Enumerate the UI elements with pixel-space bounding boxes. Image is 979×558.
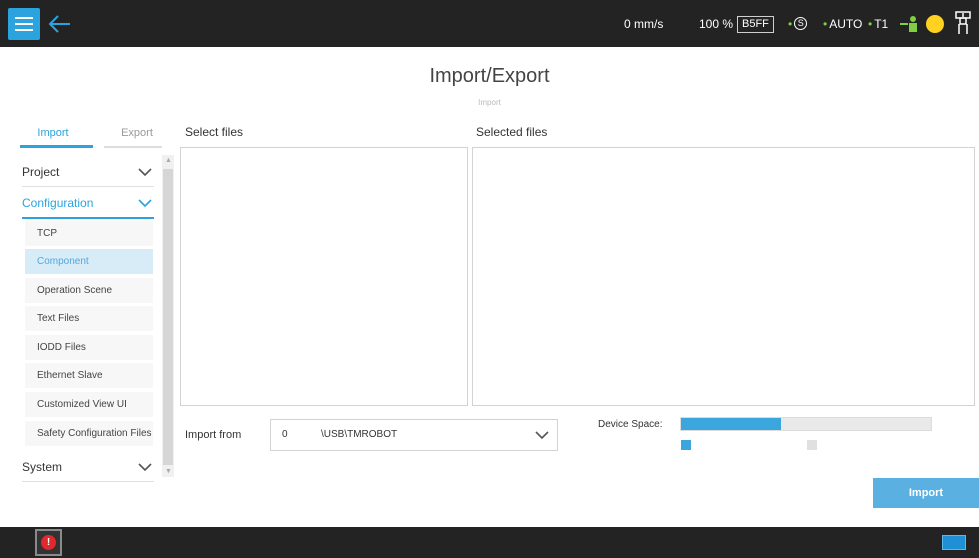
menu-icon[interactable]: [8, 8, 40, 40]
scroll-up-icon[interactable]: ▲: [165, 157, 172, 164]
top-bar: 0 mm/s 100 % B5FF • S • AUTO • T1: [0, 0, 979, 47]
nav-item-tcp[interactable]: TCP: [25, 221, 153, 246]
nav-section-label: Configuration: [22, 196, 94, 210]
back-arrow-icon[interactable]: [46, 10, 74, 38]
device-space-used-fill: [681, 418, 781, 430]
status-dot-auto: •: [823, 16, 828, 31]
selected-files-panel[interactable]: [472, 147, 975, 406]
page-subtitle: Import: [478, 98, 501, 107]
alert-icon: !: [41, 535, 56, 550]
speed-percent: 100 %: [699, 16, 734, 31]
alert-button[interactable]: !: [35, 529, 62, 556]
robot-status-icon[interactable]: [900, 14, 920, 34]
nav-item-ethernet-slave[interactable]: Ethernet Slave: [25, 363, 153, 388]
tab-export-indicator: [104, 146, 162, 148]
bottom-bar: !: [0, 527, 979, 558]
mode-s-label: S: [797, 18, 804, 28]
nav-section-label: System: [22, 459, 63, 474]
chevron-down-icon: [535, 431, 549, 440]
chevron-down-icon: [138, 199, 152, 208]
scrollbar-thumb[interactable]: [163, 169, 173, 465]
nav-section-project[interactable]: Project: [22, 157, 154, 187]
status-dot-s: •: [788, 16, 793, 31]
mode-t1-label: T1: [874, 16, 889, 31]
nav-item-customized-view-ui[interactable]: Customized View UI: [25, 392, 153, 417]
select-files-label: Select files: [185, 125, 244, 139]
tab-import-indicator: [20, 145, 93, 148]
tool-icon[interactable]: [952, 10, 974, 36]
mode-s-indicator: • S: [788, 0, 808, 47]
device-space-bar: [680, 417, 932, 431]
tab-export[interactable]: Export: [104, 127, 170, 139]
mode-s-circle: S: [794, 17, 808, 30]
nav-section-configuration[interactable]: Configuration: [22, 189, 154, 219]
nav-item-operation-scene[interactable]: Operation Scene: [25, 278, 153, 303]
status-dot-t1: •: [868, 16, 873, 31]
nav-section-system[interactable]: System: [22, 452, 154, 482]
scroll-down-icon[interactable]: ▼: [165, 468, 172, 475]
import-from-index: 0: [282, 429, 288, 440]
mode-t1-indicator: • T1: [868, 0, 888, 47]
sidebar-scrollbar[interactable]: ▲ ▼: [162, 155, 174, 477]
nav-item-text-files[interactable]: Text Files: [25, 306, 153, 331]
import-button[interactable]: Import: [873, 478, 979, 508]
nav-item-safety-configuration-files[interactable]: Safety Configuration Files: [25, 421, 153, 446]
select-files-panel[interactable]: [180, 147, 468, 406]
nav-item-component[interactable]: Component: [25, 249, 153, 274]
device-space-used-legend: [681, 440, 691, 450]
import-from-label: Import from: [185, 429, 242, 441]
keyboard-icon[interactable]: [942, 535, 966, 550]
status-light-icon[interactable]: [926, 15, 944, 33]
mode-auto-label: AUTO: [829, 16, 863, 31]
import-from-dropdown[interactable]: 0 \USB\TMROBOT: [270, 419, 558, 451]
status-code[interactable]: B5FF: [737, 16, 774, 33]
chevron-down-icon: [138, 167, 152, 176]
import-from-path: \USB\TMROBOT: [321, 429, 398, 440]
selected-files-label: Selected files: [476, 125, 548, 139]
device-space-free-legend: [807, 440, 817, 450]
nav-section-label: Project: [22, 164, 60, 179]
speed-readout: 0 mm/s: [624, 16, 664, 31]
chevron-down-icon: [138, 462, 152, 471]
mode-auto-indicator: • AUTO: [823, 0, 862, 47]
nav-item-iodd-files[interactable]: IODD Files: [25, 335, 153, 360]
page-title: Import/Export: [429, 65, 550, 87]
device-space-label: Device Space:: [598, 419, 663, 430]
tab-import[interactable]: Import: [20, 127, 86, 139]
